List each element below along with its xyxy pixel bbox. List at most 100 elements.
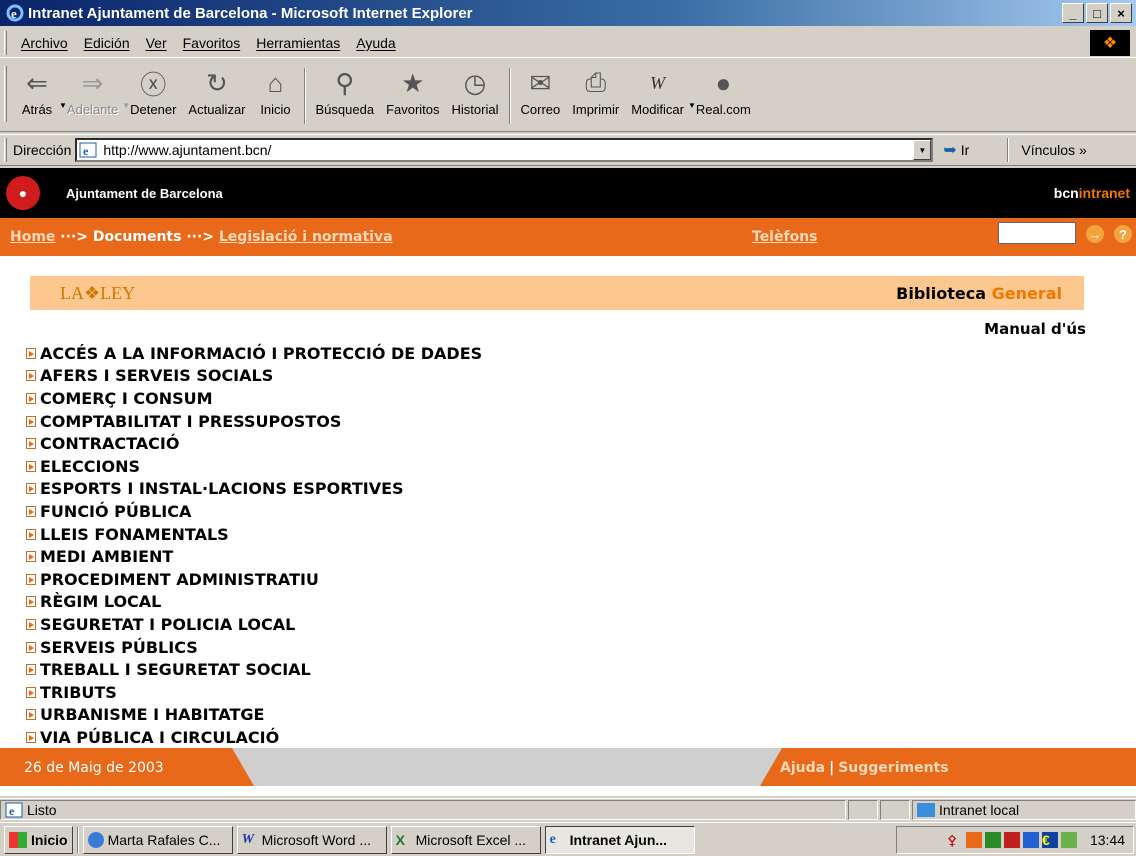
close-button[interactable]: ×	[1110, 3, 1132, 23]
suggestions-link[interactable]: Suggeriments	[838, 760, 948, 776]
list-item[interactable]: TREBALL I SEGURETAT SOCIAL	[26, 658, 482, 681]
org-name: Ajuntament de Barcelona	[66, 185, 223, 201]
tray-app-icon[interactable]	[984, 832, 1001, 848]
toolbar-grip	[4, 66, 7, 122]
go-arrow-button[interactable]: →	[1086, 225, 1104, 243]
forward-arrow-icon: ⇒	[81, 67, 104, 98]
menu-bar: Archivo Edición Ver Favoritos Herramient…	[0, 28, 1136, 58]
address-separator	[1007, 138, 1010, 162]
task-excel[interactable]: X Microsoft Excel ...	[390, 825, 541, 854]
edit-label: Modificar	[631, 102, 684, 117]
zone-panel: Intranet local	[912, 799, 1136, 820]
manual-link[interactable]: Manual d'ús	[984, 320, 1086, 338]
home-icon: ⌂	[267, 67, 284, 98]
euro-icon[interactable]: €	[1041, 832, 1058, 848]
crumb-legislacio[interactable]: Legislació i normativa	[219, 229, 393, 245]
list-item[interactable]: LLEIS FONAMENTALS	[26, 523, 482, 546]
history-button[interactable]: ◷ Historial	[446, 66, 505, 118]
list-item[interactable]: PROCEDIMENT ADMINISTRATIU	[26, 568, 482, 591]
go-label: Ir	[960, 142, 970, 158]
stop-icon: ⓧ	[140, 69, 167, 100]
back-label: Atrás	[21, 102, 53, 117]
go-button[interactable]: ➥ Ir	[943, 140, 1003, 160]
phones-link[interactable]: Telèfons	[752, 229, 818, 245]
menu-edicion[interactable]: Edición	[76, 35, 138, 51]
arrow-bullet-icon	[26, 618, 36, 630]
arrow-bullet-icon	[26, 392, 36, 404]
list-item[interactable]: MEDI AMBIENT	[26, 545, 482, 568]
edit-button[interactable]: W Modificar	[625, 66, 690, 118]
back-button[interactable]: ⇐ Atrás	[13, 66, 61, 118]
list-item[interactable]: URBANISME I HABITATGE	[26, 704, 482, 727]
task-intranet[interactable]: e Intranet Ajun...	[544, 825, 695, 854]
crumb-documents[interactable]: Documents	[93, 229, 182, 245]
tray-app-icon[interactable]	[1022, 832, 1039, 848]
list-item[interactable]: TRIBUTS	[26, 681, 482, 704]
bcnintranet-brand[interactable]: bcnintranet	[1054, 185, 1130, 201]
mail-label: Correo	[520, 102, 561, 117]
menu-herramientas[interactable]: Herramientas	[248, 35, 348, 51]
menu-archivo[interactable]: Archivo	[13, 35, 76, 51]
outlook-icon	[87, 831, 104, 848]
links-button[interactable]: Vínculos »	[1021, 142, 1086, 158]
favorites-button[interactable]: ★ Favoritos	[380, 66, 445, 118]
network-icon[interactable]	[1060, 832, 1077, 848]
crumb-home[interactable]: Home	[10, 229, 55, 245]
help-link[interactable]: Ajuda	[780, 760, 825, 776]
help-button[interactable]: ?	[1114, 225, 1132, 243]
search-button[interactable]: ⚲ Búsqueda	[310, 66, 381, 118]
toolbar-separator	[303, 68, 306, 124]
search-icon: ⚲	[335, 67, 355, 98]
address-dropdown-icon[interactable]: ▼	[913, 140, 932, 160]
site-search-input[interactable]	[998, 222, 1076, 244]
forward-button[interactable]: ⇒ Adelante	[61, 66, 124, 118]
start-button[interactable]: Inicio	[4, 825, 73, 854]
list-item[interactable]: RÈGIM LOCAL	[26, 591, 482, 614]
svg-text:e: e	[83, 144, 89, 158]
clock: 13:44	[1089, 832, 1125, 848]
word-icon: W	[650, 72, 666, 93]
arrow-bullet-icon	[26, 573, 36, 585]
arrow-bullet-icon	[26, 709, 36, 721]
list-item[interactable]: ELECCIONS	[26, 455, 482, 478]
arrow-bullet-icon	[26, 505, 36, 517]
laley-logo[interactable]: LA❖LEY	[60, 283, 135, 304]
key-icon[interactable]: ⚴	[947, 832, 963, 848]
zone-text: Intranet local	[939, 801, 1020, 818]
list-item[interactable]: CONTRACTACIÓ	[26, 432, 482, 455]
category-list: ACCÉS A LA INFORMACIÓ I PROTECCIÓ DE DAD…	[26, 342, 482, 749]
list-item[interactable]: FUNCIÓ PÚBLICA	[26, 500, 482, 523]
list-item[interactable]: ACCÉS A LA INFORMACIÓ I PROTECCIÓ DE DAD…	[26, 342, 482, 365]
windows-logo-icon: ❖	[1090, 30, 1130, 56]
task-outlook[interactable]: Marta Rafales C...	[82, 825, 233, 854]
stop-button[interactable]: ⓧ Detener	[124, 66, 182, 118]
menu-ayuda[interactable]: Ayuda	[348, 35, 403, 51]
minimize-button[interactable]: _	[1062, 3, 1084, 23]
list-item[interactable]: SERVEIS PÚBLICS	[26, 636, 482, 659]
menu-ver[interactable]: Ver	[138, 35, 175, 51]
status-text-panel: e Listo	[0, 799, 846, 820]
taskbar-separator	[76, 826, 79, 853]
refresh-button[interactable]: ↻ Actualizar	[182, 66, 251, 118]
maximize-button[interactable]: □	[1086, 3, 1108, 23]
print-button[interactable]: ⎙ Imprimir	[566, 66, 625, 117]
list-item[interactable]: COMPTABILITAT I PRESSUPOSTOS	[26, 410, 482, 433]
shield-icon[interactable]	[1003, 832, 1020, 848]
tray-app-icon[interactable]	[965, 832, 982, 848]
history-icon: ◷	[463, 67, 487, 98]
list-item[interactable]: VIA PÚBLICA I CIRCULACIÓ	[26, 726, 482, 749]
breadcrumb: Home ···> Documents ···> Legislació i no…	[10, 229, 393, 245]
list-item[interactable]: SEGURETAT I POLICIA LOCAL	[26, 613, 482, 636]
home-label: Inicio	[260, 102, 291, 117]
task-word[interactable]: W Microsoft Word ...	[236, 825, 387, 854]
home-button[interactable]: ⌂ Inicio	[252, 66, 300, 118]
list-item[interactable]: ESPORTS I INSTAL·LACIONS ESPORTIVES	[26, 478, 482, 501]
favorites-folder-icon: ★	[401, 67, 425, 98]
window-title-bar[interactable]: e Intranet Ajuntament de Barcelona - Mic…	[0, 0, 1136, 26]
list-item[interactable]: COMERÇ I CONSUM	[26, 387, 482, 410]
list-item[interactable]: AFERS I SERVEIS SOCIALS	[26, 365, 482, 388]
mail-button[interactable]: ✉ Correo	[515, 66, 567, 118]
realcom-button[interactable]: ● Real.com	[690, 66, 757, 118]
address-input[interactable]: e http://www.ajuntament.bcn/ ▼	[75, 138, 934, 162]
menu-favoritos[interactable]: Favoritos	[175, 35, 249, 51]
